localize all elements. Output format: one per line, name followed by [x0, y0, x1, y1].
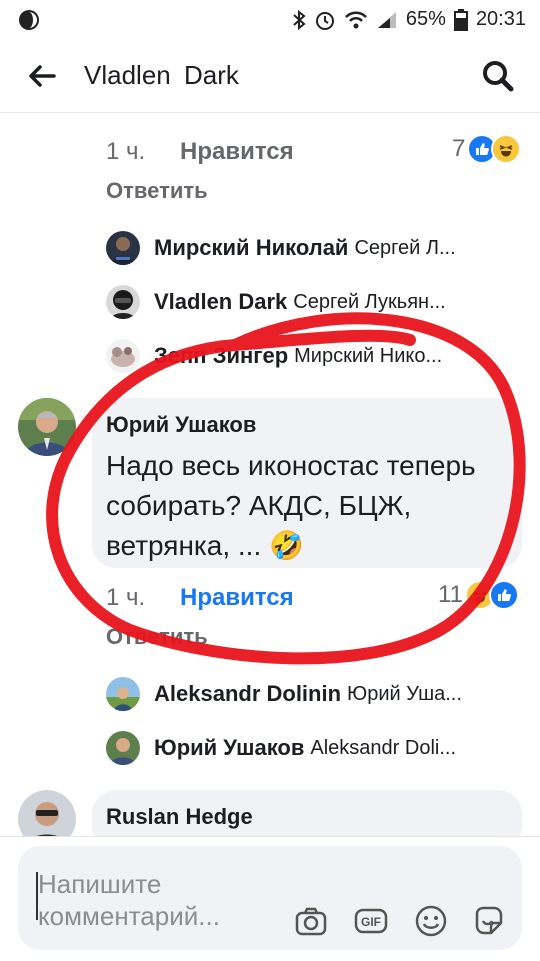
- reply-author[interactable]: Юрий Ушаков: [154, 735, 304, 761]
- reply-author[interactable]: Зепп Зингер: [154, 343, 288, 369]
- reply-preview-row[interactable]: Юрий Ушаков Aleksandr Doli...: [106, 728, 516, 768]
- status-bar: 65% 20:31: [0, 0, 540, 40]
- like-button[interactable]: Нравится: [180, 584, 294, 612]
- signal-icon: [377, 11, 396, 28]
- reply-snippet: Aleksandr Doli...: [310, 736, 457, 759]
- sticker-icon[interactable]: [472, 904, 506, 938]
- reply-author[interactable]: Vladlen Dark: [154, 289, 287, 315]
- page-title: Vladlen Dark: [84, 60, 239, 90]
- avatar: [106, 731, 140, 765]
- battery-icon: [453, 8, 468, 31]
- comment-input-placeholder: Напишите комментарий...: [38, 869, 220, 931]
- haha-reaction-icon: [491, 134, 522, 164]
- svg-text:GIF: GIF: [361, 915, 381, 929]
- camera-icon[interactable]: [294, 904, 328, 938]
- like-reaction-icon: [488, 580, 519, 610]
- reaction-icons: [467, 134, 522, 164]
- app-notification-icon: [19, 10, 39, 30]
- avatar: [106, 285, 140, 319]
- gif-icon[interactable]: GIF: [354, 904, 388, 938]
- reply-preview-row[interactable]: Aleksandr Dolinin Юрий Уша...: [106, 674, 516, 714]
- header-divider: [0, 112, 540, 113]
- reaction-summary[interactable]: 11: [438, 580, 519, 610]
- status-right: 65% 20:31: [292, 8, 526, 31]
- avatar: [106, 677, 140, 711]
- bluetooth-icon: [293, 9, 306, 30]
- reply-button[interactable]: Ответить: [106, 178, 208, 204]
- reaction-count: 11: [438, 581, 463, 608]
- comment-time: 1 ч.: [106, 138, 146, 165]
- search-icon[interactable]: [480, 58, 516, 94]
- comment-bubble[interactable]: Юрий Ушаков Надо весь иконостас теперь с…: [92, 398, 522, 568]
- avatar: [106, 339, 140, 373]
- reply-preview-row[interactable]: Зепп Зингер Мирский Нико...: [106, 336, 516, 376]
- top-app-bar: Vladlen Dark: [0, 40, 540, 112]
- reaction-count: 7: [452, 135, 466, 162]
- comment-author[interactable]: Юрий Ушаков: [106, 412, 256, 438]
- reply-button[interactable]: Ответить: [106, 624, 208, 650]
- reaction-icons: [464, 580, 519, 610]
- reply-snippet: Мирский Нико...: [294, 344, 443, 367]
- alarm-icon: [315, 11, 334, 30]
- like-button[interactable]: Нравится: [180, 138, 294, 166]
- avatar: [106, 231, 140, 265]
- emoji-icon[interactable]: [414, 904, 448, 938]
- reply-snippet: Сергей Л...: [354, 236, 456, 259]
- clock: 20:31: [475, 8, 526, 30]
- comment-author[interactable]: Ruslan Hedge: [106, 804, 253, 830]
- reply-author[interactable]: Aleksandr Dolinin: [154, 681, 341, 707]
- reply-author[interactable]: Мирский Николай: [154, 235, 348, 261]
- reply-preview-row[interactable]: Vladlen Dark Сергей Лукьян...: [106, 282, 516, 322]
- reply-preview-row[interactable]: Мирский Николай Сергей Л...: [106, 228, 516, 268]
- comment-text: Надо весь иконостас теперь собирать? АКД…: [106, 450, 476, 561]
- back-arrow-icon[interactable]: [26, 60, 58, 92]
- wifi-icon: [345, 11, 367, 28]
- battery-percent: 65%: [405, 8, 446, 30]
- reply-snippet: Сергей Лукьян...: [293, 290, 446, 313]
- comment-time: 1 ч.: [106, 584, 146, 611]
- reaction-summary[interactable]: 7: [452, 134, 522, 164]
- comment-author-avatar[interactable]: [18, 398, 76, 456]
- reply-snippet: Юрий Уша...: [347, 682, 462, 705]
